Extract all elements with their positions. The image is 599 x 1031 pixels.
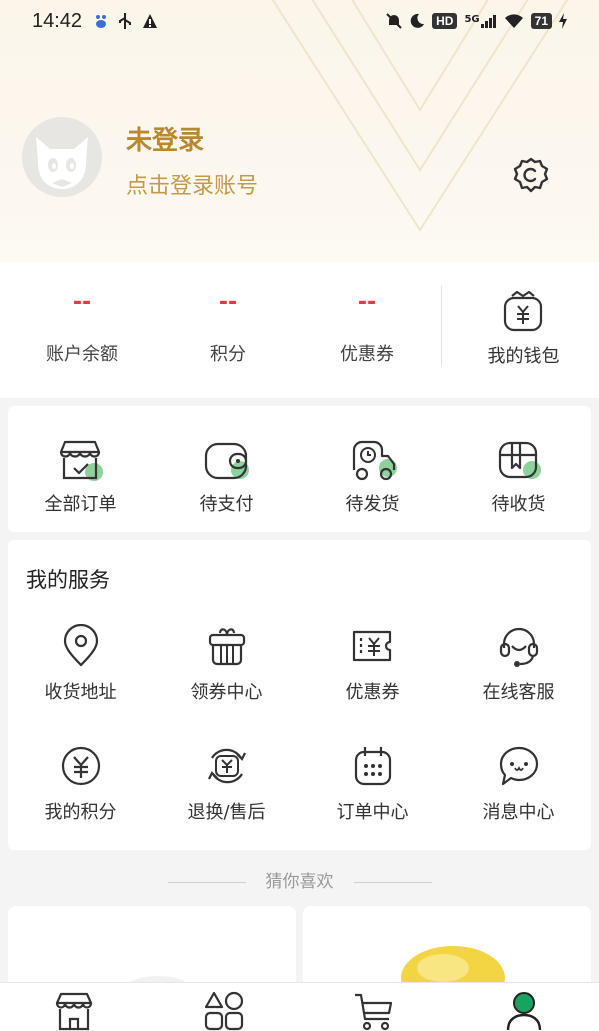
coupon-icon (352, 630, 392, 662)
service-coupon-center-button[interactable]: 领券中心 (154, 624, 299, 734)
service-label: 我的积分 (44, 802, 117, 823)
baidu-icon (94, 13, 108, 29)
divider (168, 882, 246, 883)
package-receive-icon (498, 441, 541, 479)
account-stats: -- 账户余额 -- 积分 -- 优惠券 我的钱包 (0, 262, 599, 398)
wallet-pay-icon (204, 442, 249, 480)
yen-coin-icon (61, 746, 101, 786)
order-label: 待收货 (491, 494, 546, 515)
headset-icon (499, 627, 539, 667)
service-refund-button[interactable]: 退换/售后 (154, 744, 299, 854)
delivery-truck-icon (352, 440, 397, 481)
order-all-button[interactable]: 全部订单 (8, 406, 153, 532)
gift-box-icon (208, 628, 246, 666)
services-card: 我的服务 收货地址 领券中心 优惠券 在线客服 我的积分 退换/售后 订单中心 … (8, 540, 591, 850)
my-wallet-button[interactable]: 我的钱包 (448, 262, 599, 398)
profile-header: 14:42 HD 5G 71 未登录 点击登录账号 (0, 0, 599, 262)
order-to-ship-button[interactable]: 待发货 (300, 406, 445, 532)
usb-icon (118, 12, 132, 30)
wallet-label: 我的钱包 (487, 346, 560, 367)
service-order-center-button[interactable]: 订单中心 (300, 744, 445, 854)
stat-label: 优惠券 (340, 344, 394, 365)
tab-category[interactable] (203, 991, 245, 1031)
service-label: 领券中心 (190, 682, 263, 703)
order-unpaid-button[interactable]: 待支付 (154, 406, 299, 532)
stat-value: -- (357, 290, 377, 315)
signal-label: 5G (464, 14, 480, 25)
divider (354, 882, 432, 883)
service-label: 在线客服 (482, 682, 555, 703)
status-time: 14:42 (32, 9, 83, 32)
mute-icon (386, 12, 402, 30)
avatar[interactable] (22, 117, 102, 197)
services-title: 我的服务 (26, 568, 110, 592)
divider (441, 286, 442, 366)
stat-label: 积分 (210, 344, 246, 365)
settings-button[interactable] (510, 154, 552, 196)
hd-icon: HD (432, 13, 458, 29)
category-grid-icon (204, 991, 244, 1031)
stat-points[interactable]: -- 积分 (158, 262, 298, 398)
stat-coupons[interactable]: -- 优惠券 (297, 262, 437, 398)
service-label: 消息中心 (482, 802, 555, 823)
message-bubble-icon (499, 746, 539, 786)
wallet-yen-icon (503, 290, 543, 332)
guess-you-like-header: 猜你喜欢 (0, 868, 599, 898)
user-name[interactable]: 未登录 (126, 120, 204, 157)
tab-profile[interactable] (503, 991, 545, 1031)
location-pin-icon (63, 624, 99, 667)
service-label: 订单中心 (336, 802, 409, 823)
shop-order-icon (59, 440, 103, 481)
moon-icon (409, 13, 425, 29)
stat-balance[interactable]: -- 账户余额 (12, 262, 152, 398)
status-bar: 14:42 HD 5G 71 (0, 0, 599, 42)
order-label: 待支付 (199, 494, 254, 515)
warning-icon (142, 13, 158, 29)
service-label: 优惠券 (345, 682, 400, 703)
cart-icon (355, 993, 393, 1031)
service-points-button[interactable]: 我的积分 (8, 744, 153, 854)
profile-icon (506, 992, 542, 1031)
calendar-icon (354, 747, 392, 786)
charging-icon (559, 13, 567, 29)
order-label: 待发货 (345, 494, 400, 515)
stat-label: 账户余额 (46, 344, 118, 365)
order-to-receive-button[interactable]: 待收货 (446, 406, 591, 532)
refund-icon (208, 748, 246, 784)
signal-icon: 5G (464, 14, 496, 28)
gear-icon (513, 157, 549, 193)
home-shop-icon (55, 992, 93, 1031)
service-message-center-button[interactable]: 消息中心 (446, 744, 591, 854)
order-label: 全部订单 (44, 494, 117, 515)
cat-avatar-icon (36, 137, 88, 189)
orders-card: 全部订单 待支付 待发货 待收货 (8, 406, 591, 532)
service-customer-support-button[interactable]: 在线客服 (446, 624, 591, 734)
service-label: 退换/售后 (187, 802, 266, 823)
tab-cart[interactable] (353, 991, 395, 1031)
login-link[interactable]: 点击登录账号 (126, 168, 258, 200)
bottom-tab-bar (0, 982, 599, 1031)
tab-home[interactable] (53, 991, 95, 1031)
wifi-icon (504, 13, 524, 29)
stat-value: -- (72, 290, 92, 315)
battery-icon: 71 (530, 13, 552, 29)
stat-value: -- (218, 290, 238, 315)
service-label: 收货地址 (44, 682, 117, 703)
service-address-button[interactable]: 收货地址 (8, 624, 153, 734)
service-coupon-button[interactable]: 优惠券 (300, 624, 445, 734)
guess-title: 猜你喜欢 (265, 872, 334, 892)
